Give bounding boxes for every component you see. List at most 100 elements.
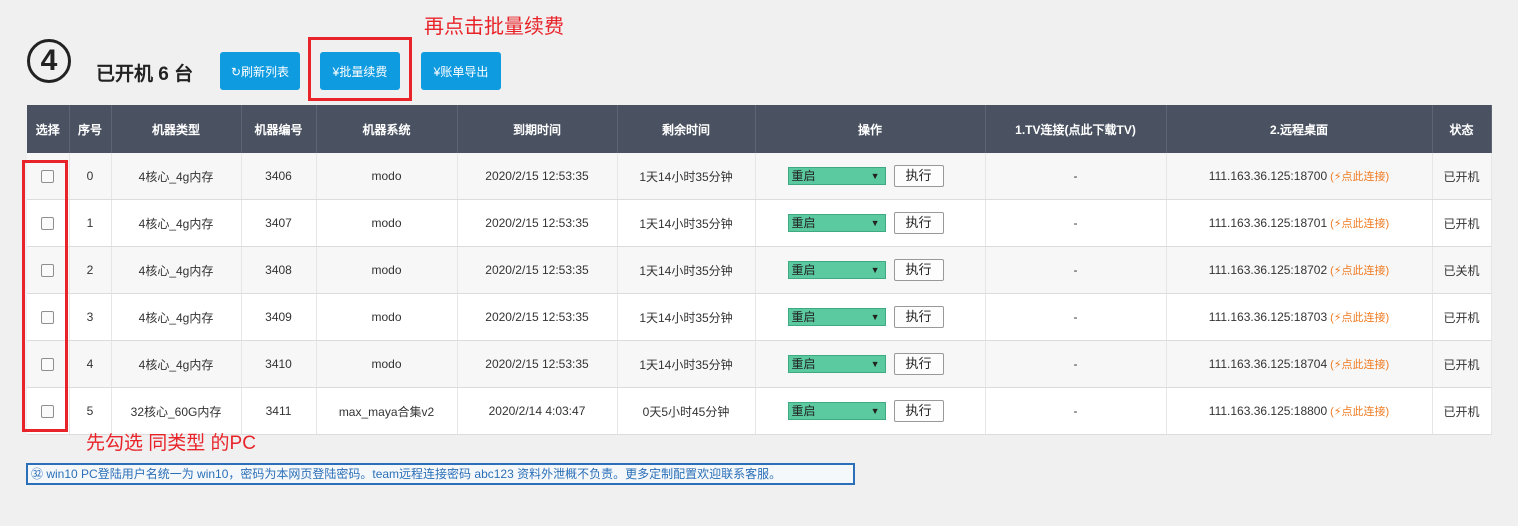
execute-button[interactable]: 执行 xyxy=(893,259,944,281)
operation-select-value: 重启 xyxy=(791,216,816,230)
row-remote-desktop: 111.163.36.125:18800 (⚡点此连接) xyxy=(1166,387,1433,435)
row-expire-time: 2020/2/15 12:53:35 xyxy=(457,153,618,200)
execute-button[interactable]: 执行 xyxy=(893,212,944,234)
row-tv-connect: - xyxy=(985,153,1167,200)
rdp-connect-link[interactable]: (⚡点此连接) xyxy=(1330,171,1389,183)
row-status: 已关机 xyxy=(1432,246,1492,294)
row-expire-time: 2020/2/14 4:03:47 xyxy=(457,387,618,435)
operation-select[interactable]: 重启 ▼ xyxy=(787,402,886,420)
highlight-checkbox-column xyxy=(22,160,68,432)
execute-button[interactable]: 执行 xyxy=(893,306,944,328)
row-expire-time: 2020/2/15 12:53:35 xyxy=(457,199,618,247)
row-index: 1 xyxy=(69,199,112,247)
operation-select[interactable]: 重启 ▼ xyxy=(787,261,886,279)
annotation-click-renew: 再点击批量续费 xyxy=(424,16,564,38)
row-remote-desktop: 111.163.36.125:18702 (⚡点此连接) xyxy=(1166,246,1433,294)
operation-select[interactable]: 重启 ▼ xyxy=(787,214,886,232)
row-machine-os: modo xyxy=(316,153,458,200)
rdp-connect-link[interactable]: (⚡点此连接) xyxy=(1330,312,1389,324)
row-tv-connect: - xyxy=(985,387,1167,435)
row-remote-desktop: 111.163.36.125:18700 (⚡点此连接) xyxy=(1166,153,1433,200)
col-header-status: 状态 xyxy=(1432,105,1492,153)
col-header-index: 序号 xyxy=(69,105,112,153)
row-machine-type: 4核心_4g内存 xyxy=(111,246,242,294)
col-header-machine-os: 机器系统 xyxy=(316,105,458,153)
row-machine-os: modo xyxy=(316,199,458,247)
operation-select-value: 重启 xyxy=(791,357,816,371)
col-header-remote-desktop: 2.远程桌面 xyxy=(1166,105,1433,153)
row-remaining-time: 1天14小时35分钟 xyxy=(617,153,756,200)
execute-button[interactable]: 执行 xyxy=(893,353,944,375)
refresh-list-button[interactable]: ↻刷新列表 xyxy=(220,52,300,90)
rdp-address: 111.163.36.125:18702 xyxy=(1208,263,1328,277)
row-status: 已开机 xyxy=(1432,387,1492,435)
machine-table: 选择 序号 机器类型 机器编号 机器系统 到期时间 剩余时间 操作 1.TV连接… xyxy=(27,105,1492,435)
operation-select[interactable]: 重启 ▼ xyxy=(787,167,886,185)
row-remaining-time: 1天14小时35分钟 xyxy=(617,293,756,341)
row-remote-desktop: 111.163.36.125:18703 (⚡点此连接) xyxy=(1166,293,1433,341)
col-header-remaining-time: 剩余时间 xyxy=(617,105,756,153)
operation-select[interactable]: 重启 ▼ xyxy=(787,355,886,373)
dropdown-arrow-icon: ▼ xyxy=(870,218,880,228)
col-header-machine-id: 机器编号 xyxy=(241,105,317,153)
rdp-address: 111.163.36.125:18800 xyxy=(1208,404,1328,418)
row-machine-id: 3407 xyxy=(241,199,317,247)
table-header-row: 选择 序号 机器类型 机器编号 机器系统 到期时间 剩余时间 操作 1.TV连接… xyxy=(27,105,1492,153)
row-remaining-time: 1天14小时35分钟 xyxy=(617,340,756,388)
row-machine-id: 3409 xyxy=(241,293,317,341)
row-machine-type: 4核心_4g内存 xyxy=(111,199,242,247)
rdp-address: 111.163.36.125:18703 xyxy=(1208,310,1328,324)
row-tv-connect: - xyxy=(985,199,1167,247)
rdp-connect-link[interactable]: (⚡点此连接) xyxy=(1330,406,1389,418)
operation-select[interactable]: 重启 ▼ xyxy=(787,308,886,326)
row-expire-time: 2020/2/15 12:53:35 xyxy=(457,340,618,388)
step-number-badge: 4 xyxy=(27,39,71,83)
execute-button[interactable]: 执行 xyxy=(893,400,944,422)
page-title: 已开机 6 台 xyxy=(96,64,194,85)
highlight-renew-box xyxy=(308,37,412,101)
col-header-tv-connect[interactable]: 1.TV连接(点此下载TV) xyxy=(985,105,1167,153)
rdp-address: 111.163.36.125:18701 xyxy=(1208,216,1328,230)
col-header-machine-type: 机器类型 xyxy=(111,105,242,153)
col-header-expire-time: 到期时间 xyxy=(457,105,618,153)
row-remote-desktop: 111.163.36.125:18704 (⚡点此连接) xyxy=(1166,340,1433,388)
operation-select-value: 重启 xyxy=(791,404,816,418)
row-machine-os: max_maya合集v2 xyxy=(316,387,458,435)
export-bill-button[interactable]: ¥账单导出 xyxy=(421,52,501,90)
table-row: 3 4核心_4g内存 3409 modo 2020/2/15 12:53:35 … xyxy=(27,293,1492,341)
rdp-address: 111.163.36.125:18700 xyxy=(1208,169,1328,183)
dropdown-arrow-icon: ▼ xyxy=(870,265,880,275)
rdp-connect-link[interactable]: (⚡点此连接) xyxy=(1330,265,1389,277)
operation-select-value: 重启 xyxy=(791,263,816,277)
rdp-connect-link[interactable]: (⚡点此连接) xyxy=(1330,359,1389,371)
row-status: 已开机 xyxy=(1432,340,1492,388)
dropdown-arrow-icon: ▼ xyxy=(870,171,880,181)
row-machine-id: 3410 xyxy=(241,340,317,388)
row-machine-type: 4核心_4g内存 xyxy=(111,153,242,200)
row-remaining-time: 1天14小时35分钟 xyxy=(617,246,756,294)
table-row: 4 4核心_4g内存 3410 modo 2020/2/15 12:53:35 … xyxy=(27,340,1492,388)
row-expire-time: 2020/2/15 12:53:35 xyxy=(457,246,618,294)
row-remaining-time: 1天14小时35分钟 xyxy=(617,199,756,247)
rdp-connect-link[interactable]: (⚡点此连接) xyxy=(1330,218,1389,230)
row-machine-id: 3408 xyxy=(241,246,317,294)
operation-select-value: 重启 xyxy=(791,169,816,183)
row-tv-connect: - xyxy=(985,246,1167,294)
row-tv-connect: - xyxy=(985,293,1167,341)
notice-bar: ㉜ win10 PC登陆用户名统一为 win10，密码为本网页登陆密码。team… xyxy=(26,463,855,485)
dropdown-arrow-icon: ▼ xyxy=(870,406,880,416)
row-index: 3 xyxy=(69,293,112,341)
row-machine-type: 4核心_4g内存 xyxy=(111,293,242,341)
col-header-select: 选择 xyxy=(27,105,70,153)
table-row: 1 4核心_4g内存 3407 modo 2020/2/15 12:53:35 … xyxy=(27,199,1492,247)
annotation-select-same-type: 先勾选 同类型 的PC xyxy=(86,433,256,454)
execute-button[interactable]: 执行 xyxy=(893,165,944,187)
dropdown-arrow-icon: ▼ xyxy=(870,359,880,369)
row-remote-desktop: 111.163.36.125:18701 (⚡点此连接) xyxy=(1166,199,1433,247)
row-machine-id: 3406 xyxy=(241,153,317,200)
row-tv-connect: - xyxy=(985,340,1167,388)
row-expire-time: 2020/2/15 12:53:35 xyxy=(457,293,618,341)
row-machine-os: modo xyxy=(316,246,458,294)
col-header-operation: 操作 xyxy=(755,105,986,153)
operation-select-value: 重启 xyxy=(791,310,816,324)
